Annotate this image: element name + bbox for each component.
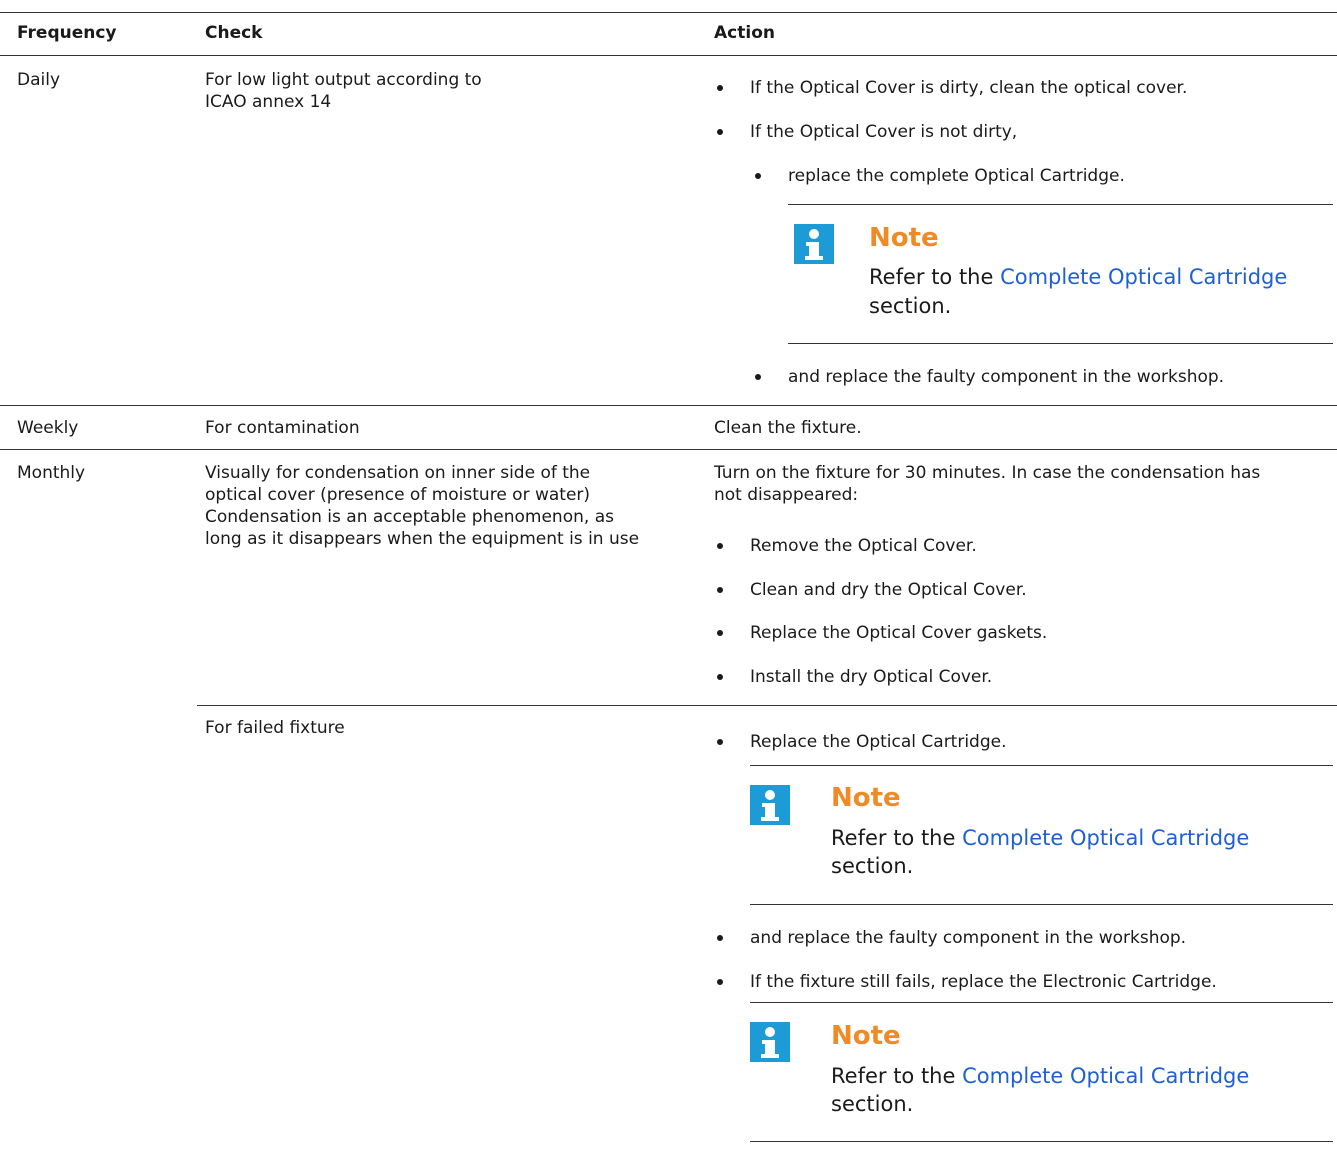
note-text: Refer to the Complete Optical Cartridge (831, 823, 1249, 853)
note-top-rule (750, 765, 1333, 766)
complete-optical-cartridge-link[interactable]: Complete Optical Cartridge (962, 1064, 1249, 1088)
row-monthly-action-bullet3: Replace the Optical Cover gaskets. (750, 623, 1048, 643)
bullet-dot (717, 587, 723, 593)
bullet-dot (717, 935, 723, 941)
row-monthly-frequency: Monthly (17, 463, 86, 483)
row-weekly-check: For contamination (205, 418, 360, 438)
row-monthly-check-line2: optical cover (presence of moisture or w… (205, 485, 591, 505)
row-daily-check-line1: For low light output according to (205, 70, 482, 90)
bullet-dot (755, 173, 761, 179)
note-text: Refer to the Complete Optical Cartridge (869, 262, 1287, 292)
row-monthly-action-intro-line2: not disappeared: (714, 485, 859, 505)
bullet-dot (755, 374, 761, 380)
info-icon (750, 785, 790, 825)
bullet-dot (717, 543, 723, 549)
header-action: Action (714, 23, 775, 43)
note-title: Note (869, 223, 939, 253)
note-prefix: Refer to the (831, 1064, 963, 1088)
note-title: Note (831, 1021, 901, 1051)
row-rule (0, 405, 1337, 406)
row-monthly-action-bullet4: Install the dry Optical Cover. (750, 667, 993, 687)
row-monthly-action-bullet2: Clean and dry the Optical Cover. (750, 580, 1027, 600)
row-failed-check: For failed fixture (205, 718, 345, 738)
bullet-dot (717, 129, 723, 135)
row-monthly-action-bullet1: Remove the Optical Cover. (750, 536, 977, 556)
row-daily-action-bullet1: If the Optical Cover is dirty, clean the… (750, 78, 1188, 98)
info-icon (794, 224, 834, 264)
row-failed-action-bullet1: Replace the Optical Cartridge. (750, 732, 1007, 752)
note-suffix: section. (869, 294, 952, 318)
bullet-dot (717, 739, 723, 745)
row-monthly-action-intro-line1: Turn on the fixture for 30 minutes. In c… (714, 463, 1261, 483)
row-rule (0, 449, 1337, 450)
note-bottom-rule (750, 904, 1333, 905)
row-monthly-check-line1: Visually for condensation on inner side … (205, 463, 591, 483)
maintenance-table: Frequency Check Action Daily For low lig… (0, 0, 1337, 1157)
note-bottom-rule (750, 1141, 1333, 1142)
note-title: Note (831, 783, 901, 813)
bullet-dot (717, 630, 723, 636)
note-suffix: section. (831, 1092, 914, 1116)
complete-optical-cartridge-link[interactable]: Complete Optical Cartridge (1000, 265, 1287, 289)
row-daily-frequency: Daily (17, 70, 61, 90)
note-top-rule (788, 204, 1333, 205)
row-monthly-check-line4: long as it disappears when the equipment… (205, 529, 640, 549)
note-top-rule (750, 1002, 1333, 1003)
row-daily-check-line2: ICAO annex 14 (205, 92, 332, 112)
table-top-rule (0, 12, 1337, 13)
row-rule (197, 705, 1337, 706)
row-daily-action-sub1: replace the complete Optical Cartridge. (788, 166, 1125, 186)
row-failed-action-bullet2: and replace the faulty component in the … (750, 928, 1187, 948)
header-check: Check (205, 23, 263, 43)
header-frequency: Frequency (17, 23, 117, 43)
row-monthly-check-line3: Condensation is an acceptable phenomenon… (205, 507, 614, 527)
bullet-dot (717, 674, 723, 680)
note-bottom-rule (788, 343, 1333, 344)
row-weekly-frequency: Weekly (17, 418, 79, 438)
bullet-dot (717, 979, 723, 985)
row-weekly-action: Clean the fixture. (714, 418, 862, 438)
note-prefix: Refer to the (869, 265, 1001, 289)
bullet-dot (717, 85, 723, 91)
info-icon (750, 1022, 790, 1062)
note-prefix: Refer to the (831, 826, 963, 850)
row-daily-action-sub2: and replace the faulty component in the … (788, 367, 1225, 387)
complete-optical-cartridge-link[interactable]: Complete Optical Cartridge (962, 826, 1249, 850)
row-failed-action-bullet3: If the fixture still fails, replace the … (750, 972, 1217, 992)
note-text: Refer to the Complete Optical Cartridge (831, 1061, 1249, 1091)
note-suffix: section. (831, 854, 914, 878)
header-rule (0, 55, 1337, 56)
row-daily-action-bullet2: If the Optical Cover is not dirty, (750, 122, 1018, 142)
